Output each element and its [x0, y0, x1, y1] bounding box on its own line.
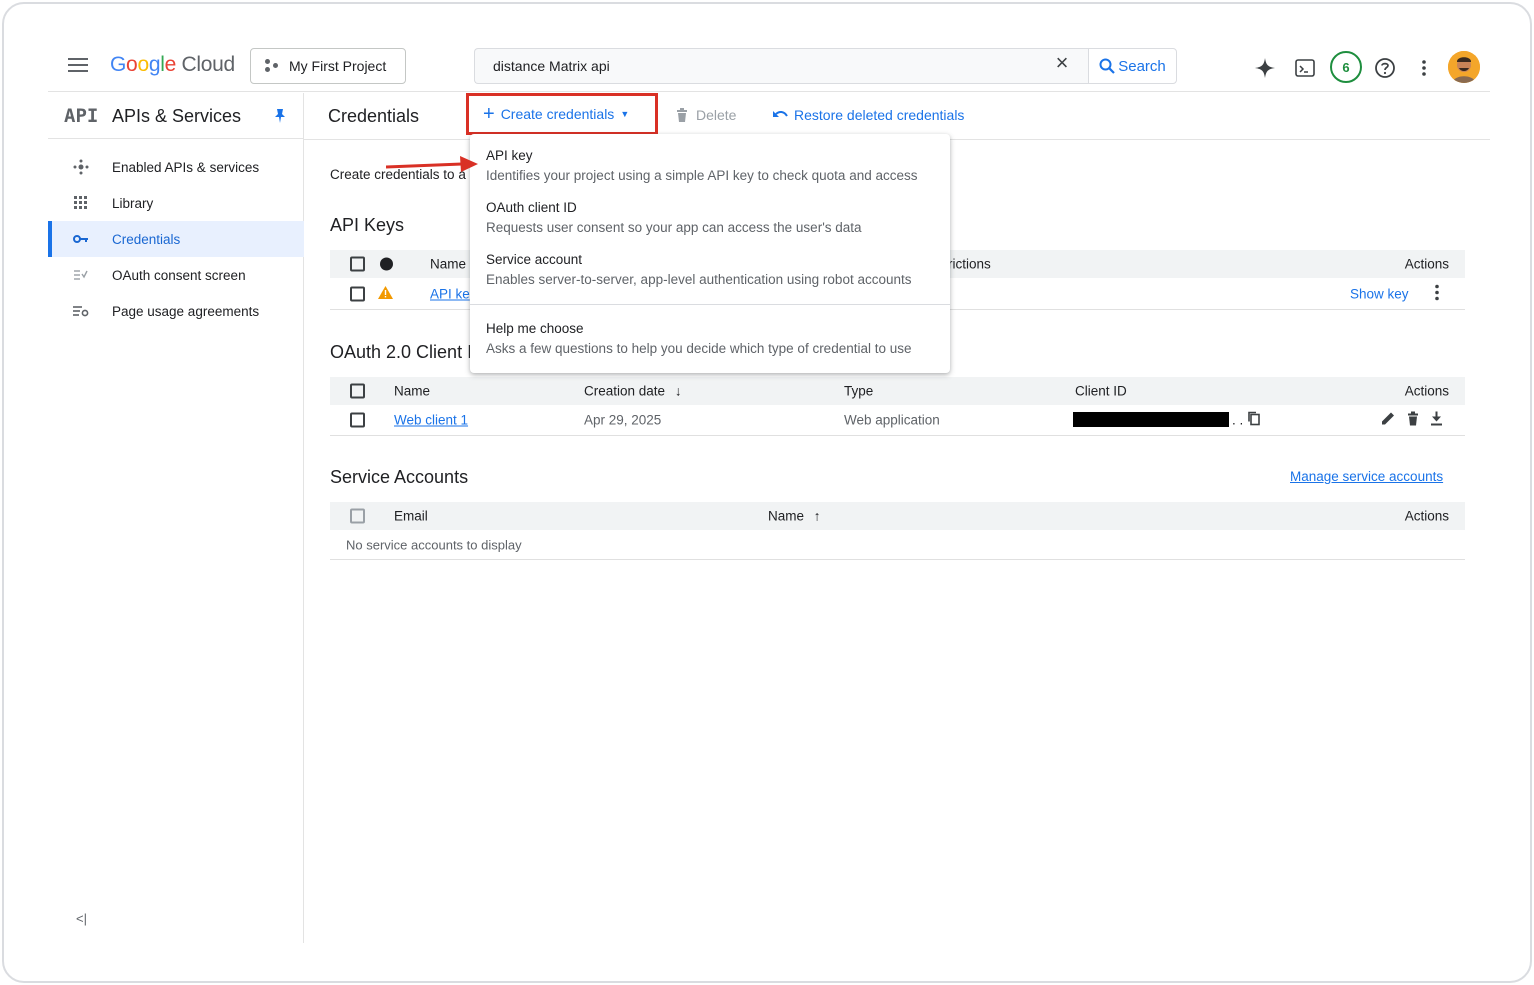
sidebar-title: APIs & Services — [112, 106, 242, 126]
sidebar-item-library[interactable]: Library — [48, 185, 304, 221]
hub-icon — [72, 158, 90, 176]
clear-search-icon[interactable]: × — [1052, 52, 1072, 74]
key-icon — [72, 230, 90, 248]
sidebar-header: API APIs & Services — [48, 93, 304, 139]
delete-button[interactable]: Delete — [676, 107, 736, 123]
status-dot-icon — [380, 257, 393, 271]
sidebar-item-oauth-consent[interactable]: OAuth consent screen — [48, 257, 304, 293]
manage-service-accounts-link[interactable]: Manage service accounts — [1290, 469, 1443, 484]
menu-icon[interactable] — [68, 58, 88, 72]
copy-icon[interactable] — [1248, 411, 1260, 429]
select-all-checkbox[interactable] — [350, 383, 365, 399]
create-credentials-button[interactable]: + Create credentials ▼ — [466, 93, 658, 135]
collapse-sidebar-icon[interactable]: <| — [76, 911, 87, 926]
project-name: My First Project — [289, 58, 387, 74]
api-logo-icon: API — [64, 105, 99, 127]
browser-frame: Google Cloud My First Project distance M… — [2, 2, 1532, 983]
undo-icon — [773, 110, 788, 117]
annotation-arrow-icon — [386, 156, 478, 172]
page-title: Credentials — [328, 106, 420, 126]
google-cloud-logo[interactable]: Google Cloud — [110, 53, 235, 77]
search-button[interactable]: Search — [1088, 48, 1177, 84]
settings-list-icon — [72, 302, 90, 320]
web-client-link[interactable]: Web client 1 — [394, 413, 468, 428]
sidebar-item-page-usage[interactable]: Page usage agreements — [48, 293, 304, 329]
project-tree-icon — [265, 59, 279, 73]
restore-deleted-credentials-button[interactable]: Restore deleted credentials — [772, 107, 964, 123]
cloud-shell-terminal-icon[interactable] — [1293, 56, 1317, 80]
edit-icon[interactable] — [1381, 412, 1395, 429]
page-header: Credentials + Create credentials ▼ Delet… — [304, 93, 1490, 140]
top-app-bar: Google Cloud My First Project distance M… — [48, 44, 1490, 92]
trash-icon — [677, 108, 687, 122]
service-accounts-title: Service Accounts — [330, 467, 469, 487]
api-key-link[interactable]: API ke — [430, 287, 470, 302]
redacted-client-id — [1073, 412, 1229, 427]
more-vert-icon[interactable] — [1434, 284, 1440, 305]
api-keys-title: API Keys — [330, 215, 405, 235]
row-checkbox[interactable] — [350, 286, 365, 302]
arrow-down-icon: ↓ — [674, 383, 682, 399]
select-all-checkbox[interactable] — [350, 508, 365, 524]
pin-icon[interactable] — [274, 108, 286, 124]
warning-icon — [378, 286, 393, 302]
more-vert-icon[interactable] — [1412, 56, 1436, 80]
consent-icon — [72, 266, 90, 284]
search-icon — [1099, 58, 1116, 74]
help-icon[interactable] — [1373, 56, 1397, 80]
arrow-up-icon: ↑ — [813, 508, 821, 524]
project-picker-button[interactable]: My First Project — [250, 48, 406, 84]
sidebar-item-credentials[interactable]: Credentials — [48, 221, 304, 257]
empty-state-row: No service accounts to display — [330, 530, 1465, 560]
row-checkbox[interactable] — [350, 412, 365, 428]
menu-item-oauth-client-id[interactable]: OAuth client ID Requests user consent so… — [470, 192, 950, 244]
trash-icon[interactable] — [1407, 411, 1419, 429]
sidebar-item-enabled-apis[interactable]: Enabled APIs & services — [48, 149, 304, 185]
user-avatar[interactable] — [1448, 51, 1480, 83]
select-all-checkbox[interactable] — [350, 256, 365, 272]
notifications-badge[interactable]: 6 — [1330, 51, 1362, 83]
menu-item-help-me-choose[interactable]: Help me choose Asks a few questions to h… — [470, 313, 950, 365]
library-icon — [72, 194, 90, 212]
table-row: Web client 1 Apr 29, 2025 Web applicatio… — [330, 405, 1465, 436]
caret-down-icon: ▼ — [620, 109, 630, 119]
oauth-clients-title: OAuth 2.0 Client I — [330, 342, 470, 362]
download-icon[interactable] — [1430, 411, 1443, 429]
service-accounts-table-header: Email Name ↑ Actions — [330, 502, 1465, 530]
sort-creation-date[interactable]: Creation date ↓ — [584, 384, 682, 399]
menu-divider — [470, 304, 950, 305]
sort-name[interactable]: Name ↑ — [768, 509, 821, 524]
create-credentials-menu: API key Identifies your project using a … — [470, 134, 950, 373]
show-key-button[interactable]: Show key — [1350, 287, 1409, 302]
sidebar: API APIs & Services Enabled APIs & servi… — [48, 93, 304, 943]
menu-item-service-account[interactable]: Service account Enables server-to-server… — [470, 244, 950, 296]
oauth-table-header: Name Creation date ↓ Type Client ID Acti… — [330, 377, 1465, 405]
menu-item-api-key[interactable]: API key Identifies your project using a … — [470, 140, 950, 192]
search-input[interactable]: distance Matrix api — [474, 48, 1088, 84]
gemini-sparkle-icon[interactable] — [1253, 56, 1277, 80]
add-icon: + — [483, 103, 495, 125]
